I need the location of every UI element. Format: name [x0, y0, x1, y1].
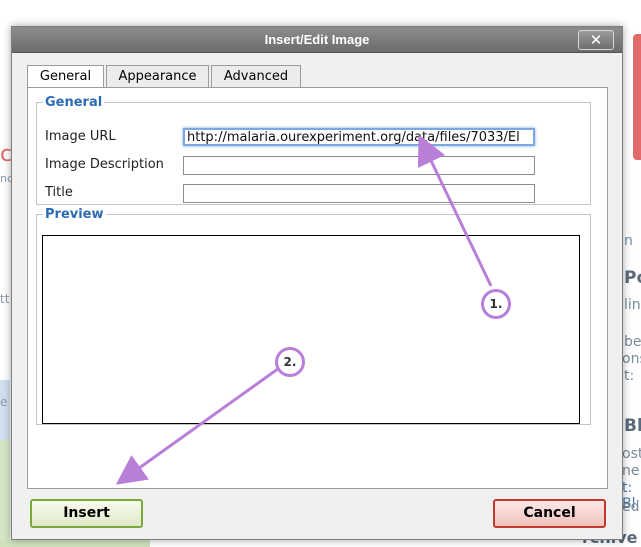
- title-label: Title: [45, 185, 73, 200]
- background-right-text: ons: [622, 351, 641, 367]
- image-preview-area: [42, 235, 580, 424]
- insert-edit-image-dialog: Insert/Edit Image ✕ General Appearance A…: [11, 26, 623, 540]
- cancel-button[interactable]: Cancel: [493, 499, 606, 528]
- insert-button[interactable]: Insert: [30, 499, 143, 528]
- background-right-text: be: [624, 334, 641, 350]
- background-right-heading: Bl: [624, 416, 641, 436]
- dialog-title: Insert/Edit Image: [264, 32, 370, 47]
- image-url-input[interactable]: http://malaria.ourexperiment.org/data/fi…: [183, 128, 535, 146]
- dialog-titlebar[interactable]: Insert/Edit Image ✕: [12, 27, 622, 53]
- tab-label: Advanced: [223, 69, 289, 84]
- tab-general[interactable]: General: [27, 65, 104, 88]
- background-right-text: ne: [622, 463, 640, 479]
- tab-panel-general: General Image URL http://malaria.ourexpe…: [27, 87, 608, 489]
- step-1-marker: 1.: [481, 289, 511, 319]
- preview-fieldset: Preview: [36, 207, 591, 425]
- step-2-marker: 2.: [275, 347, 305, 377]
- background-right-text: ost: [622, 446, 641, 462]
- background-right-text: lin: [624, 297, 641, 313]
- preview-legend: Preview: [45, 207, 104, 222]
- close-button[interactable]: ✕: [578, 30, 614, 50]
- background-left-green: [0, 440, 10, 547]
- tab-label: Appearance: [118, 69, 197, 84]
- background-right-heading: Po: [624, 268, 641, 288]
- background-left-text: tt: [0, 292, 10, 306]
- close-icon: ✕: [589, 31, 603, 49]
- image-description-input[interactable]: [183, 156, 535, 175]
- image-description-label: Image Description: [45, 157, 164, 172]
- background-left-panel: [0, 380, 10, 440]
- background-right-text: t:: [624, 368, 635, 384]
- tab-label: General: [39, 69, 92, 84]
- background-left-text: e: [0, 395, 8, 409]
- title-input[interactable]: [183, 184, 535, 203]
- general-legend: General: [45, 95, 103, 110]
- background-right-text: n: [624, 233, 633, 249]
- general-fieldset: General Image URL http://malaria.ourexpe…: [36, 95, 591, 205]
- background-red-bar: [633, 34, 641, 160]
- background-right-text: ed: [622, 499, 640, 515]
- background-bottom-strip: [0, 540, 150, 547]
- tab-advanced[interactable]: Advanced: [211, 65, 301, 87]
- tab-appearance[interactable]: Appearance: [106, 65, 209, 87]
- image-url-label: Image URL: [45, 129, 116, 144]
